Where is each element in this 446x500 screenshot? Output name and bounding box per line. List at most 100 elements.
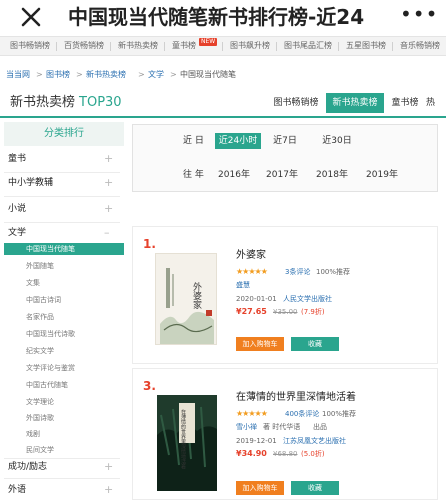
breadcrumb-link[interactable]: 当当网 [6, 68, 30, 82]
filter-option-2019[interactable]: 2019年 [365, 167, 399, 183]
sidebar-title: 分类排行 [4, 122, 124, 146]
topnav-divider [392, 42, 393, 51]
page-title-accent: TOP30 [79, 95, 122, 110]
category-sidebar: 分类排行 童书 + 中小学教辅 + 小说 + 文学 – 中国现当代随笔 外国随笔… [0, 122, 124, 500]
add-to-cart-button[interactable]: 加入购物车 [236, 337, 284, 351]
expand-icon[interactable]: + [104, 460, 113, 474]
breadcrumb-separator: > [36, 70, 43, 79]
topnav-item[interactable]: 童书榜 [172, 37, 196, 55]
topnav-item[interactable]: 音乐畅销榜 [400, 37, 440, 55]
sidebar-item-success[interactable]: 成功/励志 [8, 460, 47, 474]
subcategory-item[interactable]: 外国随笔 [26, 260, 54, 272]
subcategory-item[interactable]: 中国现当代诗歌 [26, 328, 75, 340]
sidebar-item-children[interactable]: 童书 [8, 152, 26, 166]
review-count[interactable]: 400条评论 [285, 408, 319, 420]
filter-option-2018[interactable]: 2018年 [315, 167, 349, 183]
topnav-item[interactable]: 百货畅销榜 [64, 37, 104, 55]
rating-stars: ★★★★★ [236, 267, 268, 276]
book-author[interactable]: 雪小禅 [236, 421, 257, 433]
divider [4, 458, 120, 459]
subcategory-item[interactable]: 文学评论与鉴赏 [26, 362, 75, 374]
expand-icon[interactable]: + [104, 176, 113, 190]
recommend-rate: 100%推荐 [316, 268, 351, 276]
tab-new-books[interactable]: 新书热卖榜 [326, 93, 384, 113]
window-title: 中国现当代随笔新书排行榜-近24 [68, 5, 365, 29]
book-item: 1. 外婆家 外婆家 ★★★★★ 3条评论 100%推荐 盛慧 2020-01-… [132, 226, 438, 364]
topnav-divider [164, 42, 165, 51]
subcategory-item[interactable]: 中国现当代随笔 [26, 243, 75, 255]
subcategory-item[interactable]: 文学理论 [26, 396, 54, 408]
review-count[interactable]: 3条评论 [285, 266, 310, 278]
publisher[interactable]: 人民文学出版社 [283, 293, 332, 305]
current-price: ¥34.90 [236, 449, 267, 458]
topnav-divider [56, 42, 57, 51]
divider [4, 172, 120, 173]
producer-label: 出品 [313, 423, 327, 431]
breadcrumb-link[interactable]: 图书榜 [46, 68, 70, 82]
breadcrumb-current: 中国现当代随笔 [180, 70, 236, 79]
sidebar-item-textbooks[interactable]: 中小学教辅 [8, 176, 53, 190]
filter-option-24h[interactable]: 近24小时 [215, 133, 261, 149]
topnav-item[interactable]: 五星图书榜 [346, 37, 386, 55]
book-title[interactable]: 外婆家 [236, 249, 266, 263]
discount-rate: (5.0折) [301, 450, 325, 458]
book-cover[interactable]: 在薄情的世界里深情地活着 [157, 395, 217, 491]
subcategory-item[interactable]: 戏剧 [26, 428, 40, 440]
window-titlebar: 中国现当代随笔新书排行榜-近24 ••• [0, 0, 446, 34]
topnav-divider [276, 42, 277, 51]
subcategory-item[interactable]: 文集 [26, 277, 40, 289]
collapse-icon[interactable]: – [104, 226, 110, 240]
expand-icon[interactable]: + [104, 483, 113, 497]
book-title[interactable]: 在薄情的世界里深情地活着 [236, 391, 356, 405]
divider [4, 478, 120, 479]
filter-option-30d[interactable]: 近30日 [319, 133, 355, 149]
filter-label-recent: 近 日 [183, 136, 204, 146]
breadcrumb-link[interactable]: 新书热卖榜 [86, 68, 126, 82]
subcategory-item[interactable]: 中国古代随笔 [26, 379, 68, 391]
more-icon[interactable]: ••• [400, 4, 440, 26]
topnav-divider [110, 42, 111, 51]
subcategory-item[interactable]: 外国诗歌 [26, 412, 54, 424]
favorite-button[interactable]: 收藏 [291, 337, 339, 351]
add-to-cart-button[interactable]: 加入购物车 [236, 481, 284, 495]
subcategory-item[interactable]: 纪实文学 [26, 345, 54, 357]
subcategory-item[interactable]: 民间文学 [26, 444, 54, 456]
tab-bestseller[interactable]: 图书畅销榜 [270, 93, 322, 113]
filter-option-2017[interactable]: 2017年 [265, 167, 299, 183]
filter-option-2016[interactable]: 2016年 [217, 167, 251, 183]
tab-more[interactable]: 热 [426, 93, 446, 113]
breadcrumb-link[interactable]: 文学 [148, 68, 164, 82]
expand-icon[interactable]: + [104, 152, 113, 166]
subcategory-item[interactable]: 名家作品 [26, 311, 54, 323]
recommend-rate: 100%推荐 [322, 410, 357, 418]
top-nav: 图书畅销榜 百货畅销榜 新书热卖榜 童书榜 NEW 图书飙升榜 图书尾品汇榜 五… [0, 36, 446, 56]
topnav-item[interactable]: 新书热卖榜 [118, 37, 158, 55]
new-badge: NEW [199, 38, 218, 46]
rating-stars: ★★★★★ [236, 409, 268, 418]
page-title: 新书热卖榜 TOP30 [10, 94, 122, 112]
book-author[interactable]: 盛慧 [236, 279, 250, 291]
tab-children[interactable]: 童书榜 [388, 93, 422, 113]
divider [4, 222, 120, 223]
subcategory-item[interactable]: 中国古诗词 [26, 294, 61, 306]
author-role: 著 时代华语 [263, 423, 301, 431]
book-cover[interactable]: 外婆家 [155, 253, 217, 345]
topnav-item[interactable]: 图书飙升榜 [230, 37, 270, 55]
filter-option-7d[interactable]: 近7日 [269, 133, 301, 149]
original-price: ¥35.00 [273, 308, 298, 316]
cover-title: 在薄情的世界里深情地活着 [180, 408, 186, 470]
breadcrumb-separator: > [138, 70, 145, 79]
ranking-heading-bar: 新书热卖榜 TOP30 图书畅销榜 新书热卖榜 童书榜 热 [0, 88, 446, 118]
expand-icon[interactable]: + [104, 202, 113, 216]
sidebar-item-literature[interactable]: 文学 [8, 226, 26, 240]
close-icon[interactable] [18, 4, 44, 30]
topnav-item[interactable]: 图书尾品汇榜 [284, 37, 332, 55]
rank-number: 3. [143, 379, 156, 393]
sidebar-item-novels[interactable]: 小说 [8, 202, 26, 216]
favorite-button[interactable]: 收藏 [291, 481, 339, 495]
discount-rate: (7.9折) [301, 308, 325, 316]
topnav-item[interactable]: 图书畅销榜 [10, 37, 50, 55]
breadcrumb-separator: > [170, 70, 177, 79]
publisher[interactable]: 江苏凤凰文艺出版社 [283, 435, 346, 447]
sidebar-item-foreign-language[interactable]: 外语 [8, 483, 26, 497]
